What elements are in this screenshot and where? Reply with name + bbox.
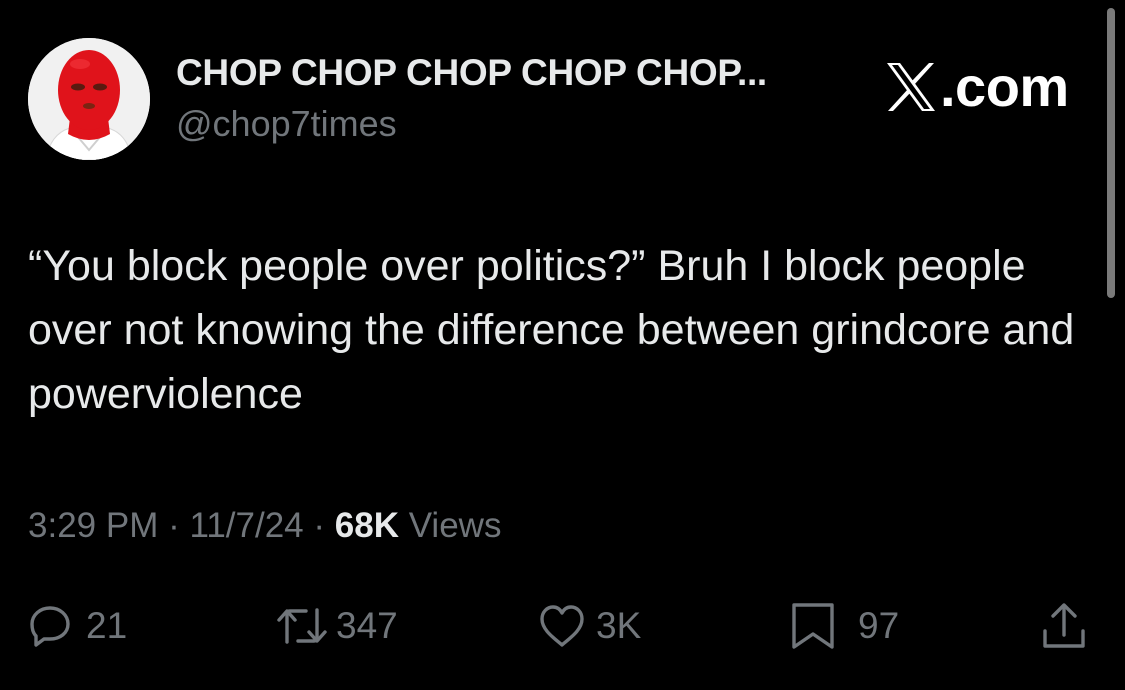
tweet-text: “You block people over politics?” Bruh I… — [28, 242, 1075, 418]
meta-separator: · — [158, 506, 190, 545]
author-display-name[interactable]: CHOP CHOP CHOP CHOP CHOP... — [176, 52, 767, 94]
tweet-time[interactable]: 3:29 PM — [28, 506, 158, 545]
author-handle[interactable]: @chop7times — [176, 103, 397, 145]
retweet-icon — [276, 604, 328, 648]
reply-icon — [28, 604, 72, 648]
tweet-date[interactable]: 11/7/24 — [189, 506, 303, 545]
tweet-metadata: 3:29 PM · 11/7/24 · 68K Views — [28, 506, 501, 546]
brand-domain-text: .com — [940, 55, 1069, 118]
bookmark-count: 97 — [858, 605, 900, 646]
reply-count: 21 — [86, 605, 128, 646]
bookmark-button[interactable]: 97 — [790, 600, 899, 652]
like-count: 3K — [596, 605, 642, 646]
retweet-count: 347 — [336, 605, 398, 646]
views-label: Views — [398, 506, 502, 545]
scrollbar[interactable] — [1107, 8, 1115, 298]
x-logo-icon — [884, 61, 938, 113]
like-button[interactable]: 3K — [538, 600, 641, 652]
avatar[interactable] — [28, 38, 150, 160]
retweet-button[interactable]: 347 — [276, 600, 398, 652]
x-brand-logo: .com — [884, 56, 1069, 118]
share-button[interactable] — [1040, 600, 1088, 652]
meta-separator: · — [303, 506, 335, 545]
share-icon — [1040, 601, 1088, 651]
reply-button[interactable]: 21 — [28, 600, 127, 652]
bookmark-icon — [790, 601, 836, 651]
heart-icon — [538, 604, 586, 648]
views-count: 68K — [334, 506, 399, 545]
avatar-red-ski-mask — [28, 38, 150, 160]
